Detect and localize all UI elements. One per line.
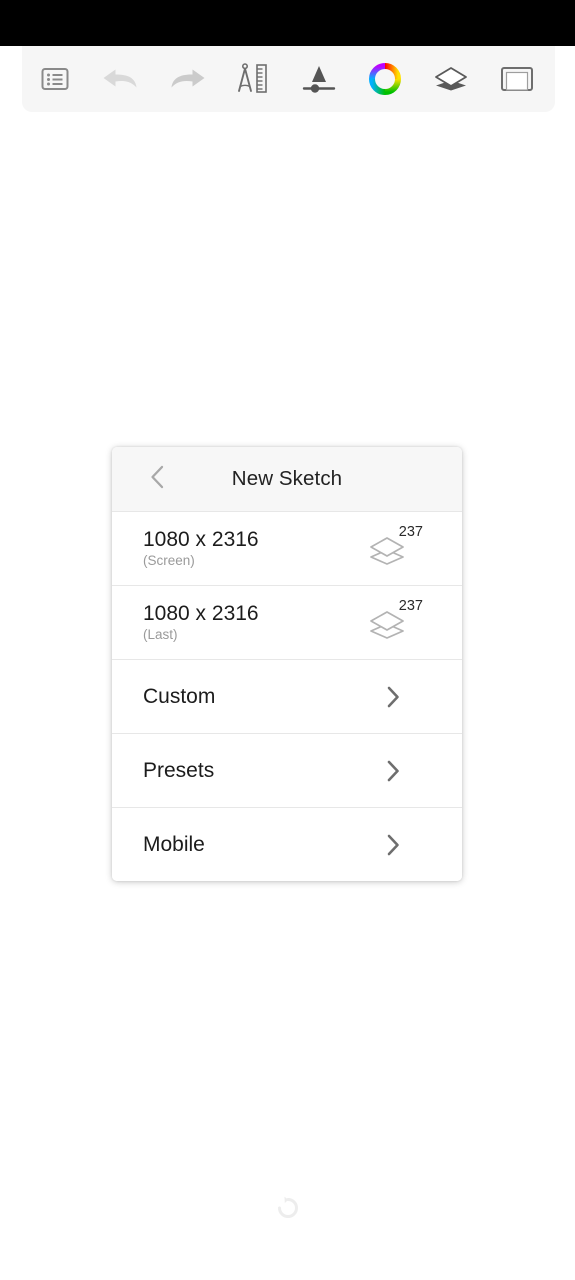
compass-ruler-button[interactable]	[220, 46, 286, 112]
size-dimensions: 1080 x 2316	[143, 602, 259, 626]
new-sketch-dialog: New Sketch 1080 x 2316 (Screen) 237 1080…	[112, 447, 462, 881]
size-dimensions: 1080 x 2316	[143, 528, 259, 552]
compass-ruler-icon	[235, 62, 271, 96]
layer-count-badge: 237	[365, 523, 423, 572]
nav-item-presets[interactable]: Presets	[112, 733, 462, 807]
top-toolbar	[22, 46, 555, 112]
size-text-group: 1080 x 2316 (Last)	[143, 602, 259, 642]
size-option-screen[interactable]: 1080 x 2316 (Screen) 237	[112, 511, 462, 585]
brush-size-icon	[300, 62, 338, 96]
layer-count-value: 237	[398, 597, 423, 614]
refresh-icon	[275, 1195, 301, 1226]
size-option-last[interactable]: 1080 x 2316 (Last) 237	[112, 585, 462, 659]
nav-item-label: Custom	[143, 684, 216, 708]
chevron-right-icon	[384, 684, 402, 710]
refresh-indicator	[274, 1196, 302, 1224]
nav-item-label: Presets	[143, 758, 215, 782]
nav-item-mobile[interactable]: Mobile	[112, 807, 462, 881]
size-source-label: (Screen)	[143, 552, 195, 568]
redo-icon	[167, 66, 207, 92]
nav-item-custom[interactable]: Custom	[112, 659, 462, 733]
undo-button[interactable]	[88, 46, 154, 112]
chevron-right-icon	[384, 758, 402, 784]
size-source-label: (Last)	[143, 626, 178, 642]
chevron-left-icon	[148, 464, 168, 495]
canvas-frame-button[interactable]	[484, 46, 550, 112]
menu-list-button[interactable]	[22, 46, 88, 112]
redo-button[interactable]	[154, 46, 220, 112]
layers-button[interactable]	[418, 46, 484, 112]
layers-icon	[432, 64, 470, 94]
undo-icon	[101, 66, 141, 92]
back-button[interactable]	[145, 464, 171, 495]
chevron-right-icon	[384, 832, 402, 858]
nav-item-label: Mobile	[143, 832, 205, 856]
menu-list-icon	[40, 66, 70, 92]
size-text-group: 1080 x 2316 (Screen)	[143, 528, 259, 568]
dialog-header: New Sketch	[112, 447, 462, 511]
brush-size-button[interactable]	[286, 46, 352, 112]
color-wheel-button[interactable]	[352, 46, 418, 112]
color-wheel-icon	[367, 61, 403, 97]
canvas-frame-icon	[500, 65, 534, 93]
layer-count-badge: 237	[365, 597, 423, 646]
layer-count-value: 237	[398, 523, 423, 540]
status-bar	[0, 0, 575, 46]
